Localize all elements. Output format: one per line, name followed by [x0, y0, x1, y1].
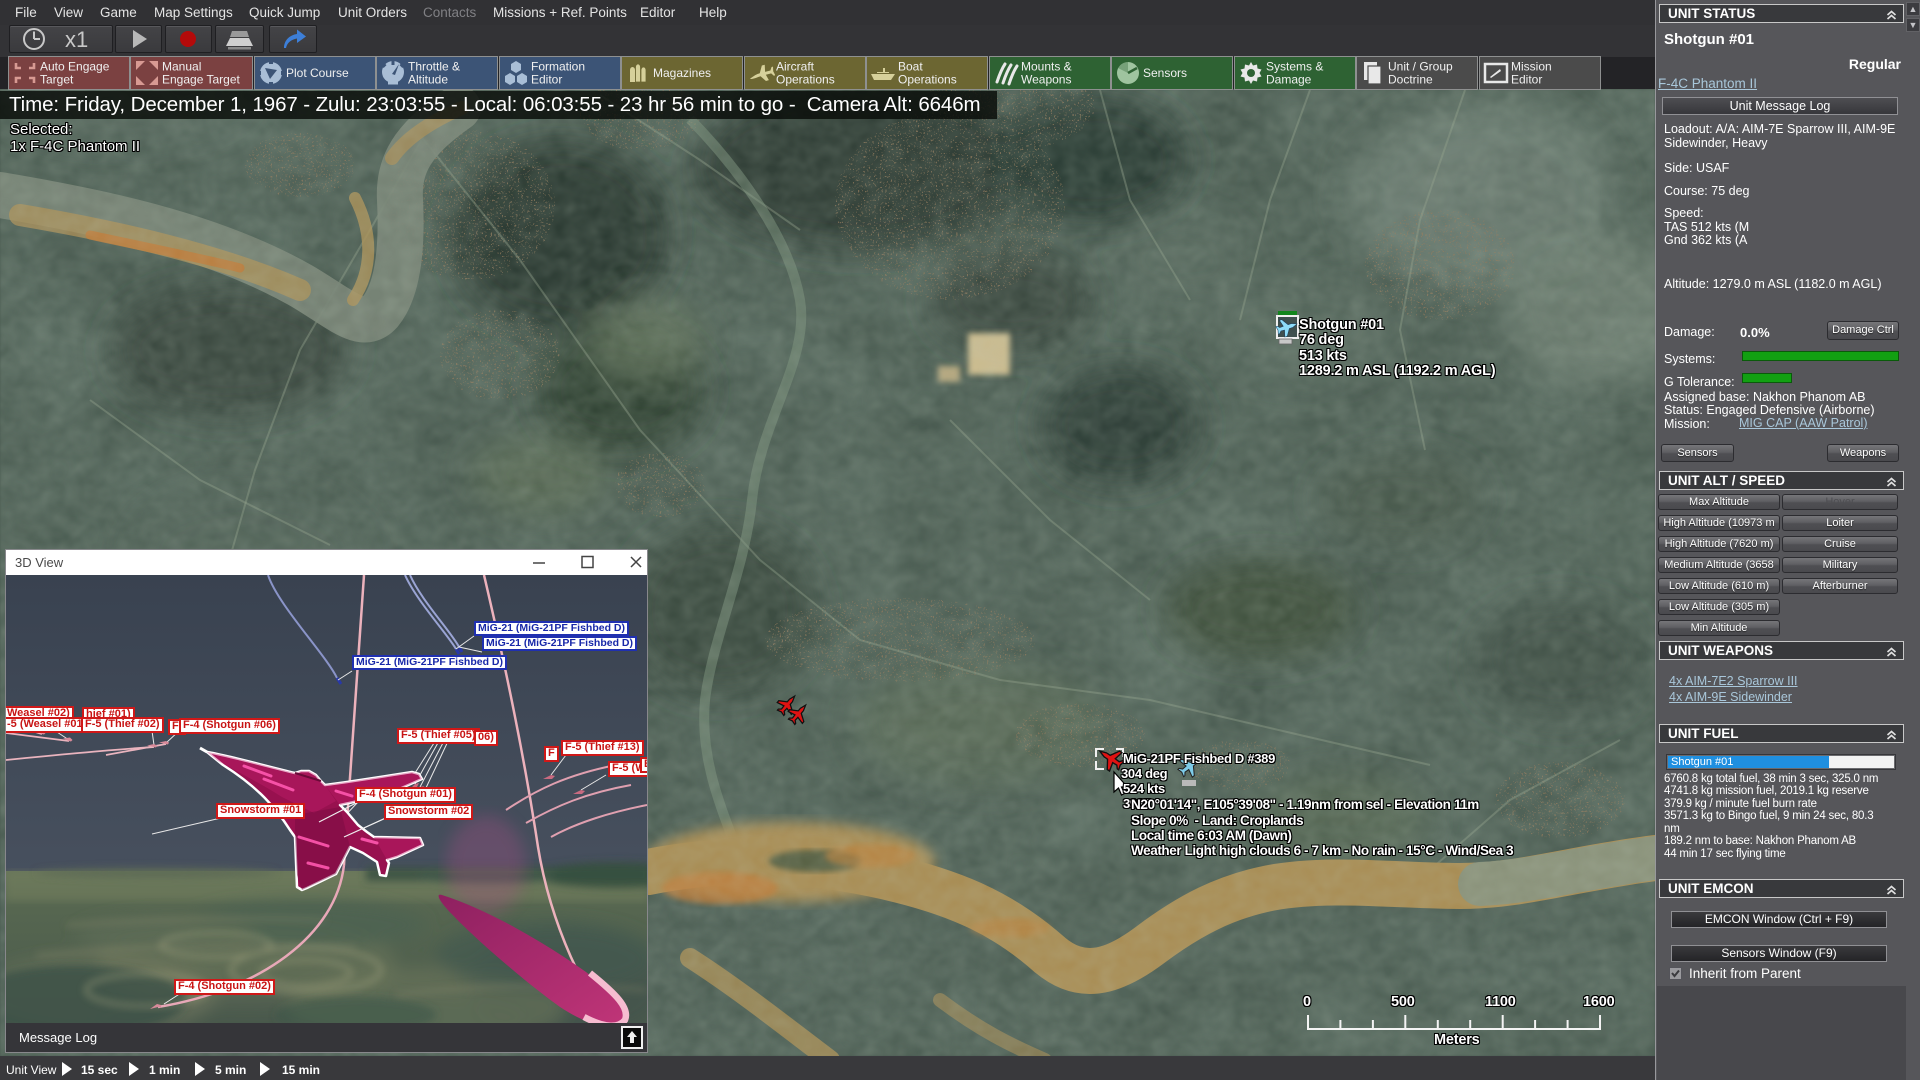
svg-text:x1: x1	[65, 27, 88, 52]
